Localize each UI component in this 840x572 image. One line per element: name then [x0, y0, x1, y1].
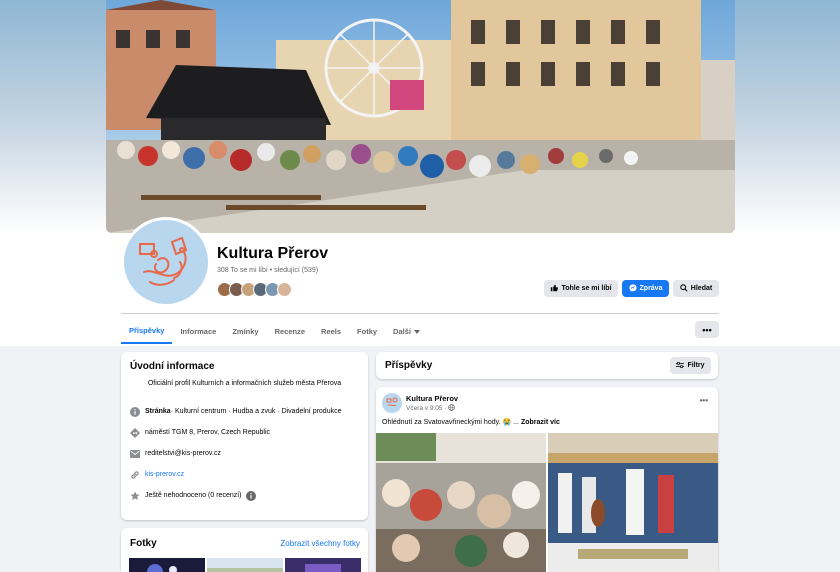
page-title: Kultura Přerov — [217, 245, 329, 262]
address-text: náměstí TGM 8, Prerov, Czech Republic — [145, 429, 271, 436]
posts-title: Příspěvky — [385, 360, 433, 371]
header-divider — [121, 313, 719, 314]
tab-about[interactable]: Informace — [172, 318, 224, 344]
profile-picture[interactable] — [121, 217, 211, 307]
photos-card: Fotky Zobrazit všechny fotky — [121, 528, 368, 572]
posts-header-card: Příspěvky Filtry — [376, 352, 718, 379]
friend-avatar[interactable] — [277, 282, 292, 297]
like-page-button[interactable]: Tohle se mi líbí — [544, 280, 618, 297]
message-button[interactable]: Zpráva — [622, 280, 669, 297]
search-button-label: Hledat — [690, 285, 713, 292]
category-text: · Kulturní centrum · Hudba a zvuk · Diva… — [170, 408, 342, 415]
caret-down-icon — [413, 327, 420, 336]
tab-label: Informace — [180, 326, 217, 336]
photo-thumbnail[interactable] — [285, 558, 361, 572]
tab-label: Recenze — [274, 326, 306, 336]
photo-thumbnail[interactable] — [129, 558, 205, 572]
photo-thumbnail[interactable] — [207, 558, 283, 572]
page-follow-stats[interactable]: 308 To se mi líbí • sledující (539) — [217, 267, 318, 274]
page-tabs: Příspěvky Informace Zmínky Recenze Reels… — [121, 318, 428, 346]
post-card: Kultura Přerov Včera v 9:05 · ••• Ohlédn… — [376, 387, 718, 572]
intro-card: Úvodní informace Oficiální profil Kultur… — [121, 352, 368, 520]
tab-reels[interactable]: Reels — [313, 318, 349, 344]
tab-label: Příspěvky — [129, 325, 165, 335]
photos-title: Fotky — [130, 538, 157, 549]
location-icon — [129, 427, 140, 438]
cover-photo[interactable] — [106, 0, 735, 233]
intro-category-row: Stránka · Kulturní centrum · Hudba a zvu… — [129, 406, 342, 417]
globe-icon — [448, 404, 456, 413]
tab-label: Zmínky — [232, 326, 259, 336]
tab-reviews[interactable]: Recenze — [267, 318, 313, 344]
post-menu-button[interactable]: ••• — [700, 396, 708, 405]
search-page-button[interactable]: Hledat — [673, 280, 719, 297]
intro-website-row: kis-prerov.cz — [129, 469, 184, 480]
link-icon — [129, 469, 140, 480]
messenger-icon — [628, 283, 637, 294]
info-icon[interactable] — [246, 490, 257, 501]
post-photo[interactable] — [376, 433, 546, 572]
intro-address-row: náměstí TGM 8, Prerov, Czech Republic — [129, 427, 270, 438]
website-link[interactable]: kis-prerov.cz — [145, 471, 184, 478]
friend-avatars[interactable] — [217, 282, 292, 297]
intro-description: Oficiální profil Kulturních a informační… — [147, 380, 342, 387]
see-all-photos-link[interactable]: Zobrazit všechny fotky — [280, 539, 360, 548]
tab-label: Další — [393, 326, 411, 336]
post-author-avatar[interactable] — [382, 393, 402, 413]
post-photo[interactable] — [548, 433, 718, 572]
email-icon — [129, 448, 140, 459]
search-icon — [680, 283, 688, 294]
tab-posts[interactable]: Příspěvky — [121, 318, 173, 344]
tab-label: Reels — [321, 326, 342, 336]
message-button-label: Zpráva — [639, 285, 663, 292]
intro-email-row: reditelstvi@kis-prerov.cz — [129, 448, 221, 459]
filters-label: Filtry — [687, 362, 705, 369]
like-button-label: Tohle se mi líbí — [561, 285, 612, 292]
post-text: Ohlédnutí za Svatovavřineckými hody. 😭 .… — [382, 418, 560, 426]
star-icon — [129, 490, 140, 501]
info-icon — [129, 406, 140, 417]
category-prefix: Stránka — [145, 408, 171, 415]
post-meta: Včera v 9:05 · — [406, 404, 456, 413]
filters-button[interactable]: Filtry — [670, 357, 711, 374]
post-text-body: Ohlédnutí za Svatovavřineckými hody. 😭 .… — [382, 419, 521, 426]
post-author[interactable]: Kultura Přerov — [406, 394, 458, 403]
tab-label: Fotky — [357, 326, 378, 336]
intro-rating-row: Ještě nehodnoceno (0 recenzí) — [129, 490, 262, 501]
see-more-link[interactable]: Zobrazit víc — [521, 419, 560, 426]
tab-mentions[interactable]: Zmínky — [224, 318, 266, 344]
email-text[interactable]: reditelstvi@kis-prerov.cz — [145, 450, 221, 457]
tab-photos[interactable]: Fotky — [349, 318, 385, 344]
post-time[interactable]: Včera v 9:05 · — [406, 405, 446, 412]
more-options-button[interactable]: ••• — [695, 321, 719, 338]
tab-more[interactable]: Další — [385, 318, 428, 344]
intro-title: Úvodní informace — [130, 361, 215, 372]
thumbs-up-icon — [550, 284, 559, 294]
filter-icon — [676, 361, 685, 371]
rating-text: Ještě nehodnoceno (0 recenzí) — [145, 492, 242, 499]
